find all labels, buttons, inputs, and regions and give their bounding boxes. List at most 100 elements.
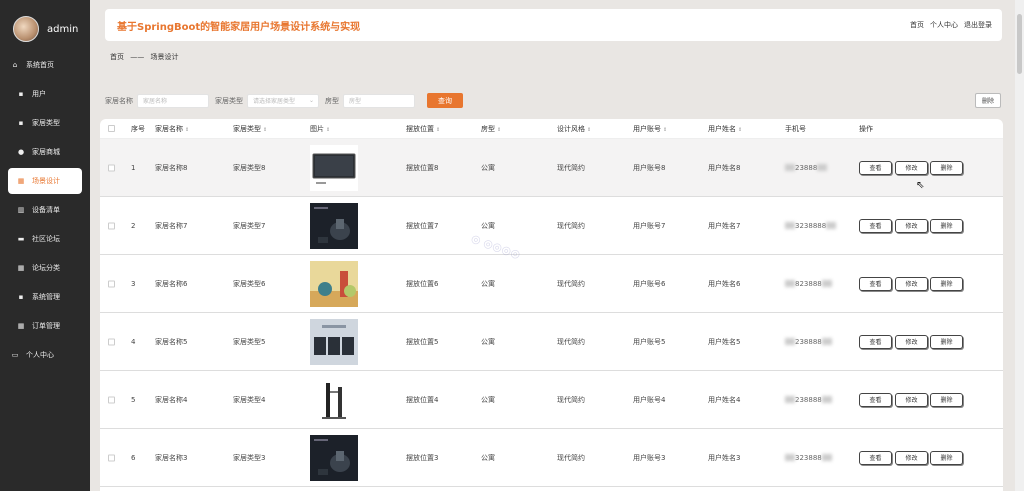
cell-room: 公寓 <box>481 395 495 404</box>
delete-button[interactable]: 删除 <box>930 276 963 291</box>
sort-icon[interactable]: ⇕ <box>497 127 501 133</box>
avatar[interactable] <box>13 16 39 42</box>
edit-button[interactable]: 修改 <box>895 392 928 407</box>
sidebar-item-0[interactable]: ⌂ 系统首页 <box>8 52 82 78</box>
sidebar-item-label: 社区论坛 <box>32 235 60 243</box>
sidebar-item-9[interactable]: ▦ 订单管理 <box>8 313 82 339</box>
cell-uname: 用户姓名6 <box>708 279 741 288</box>
view-button[interactable]: 查看 <box>859 276 892 291</box>
cell-name: 家居名称6 <box>155 279 188 288</box>
row-checkbox[interactable] <box>108 338 115 345</box>
grid-icon: ▦ <box>17 264 25 272</box>
cell-image[interactable] <box>310 202 358 249</box>
edit-button[interactable]: 修改 <box>895 276 928 291</box>
sidebar-item-8[interactable]: ▪ 系统管理 <box>8 284 82 310</box>
column-header[interactable]: 设计风格 ⇕ <box>557 124 591 134</box>
room-input[interactable]: 房型 <box>343 93 415 108</box>
column-header: 序号 <box>131 124 145 133</box>
sort-icon[interactable]: ⇕ <box>263 127 267 133</box>
sidebar-item-label: 系统首页 <box>26 61 54 69</box>
cell-image[interactable] <box>310 318 358 365</box>
sidebar-item-5[interactable]: ▥ 设备清单 <box>8 197 82 223</box>
cell-image[interactable] <box>310 376 358 423</box>
table-row[interactable]: 4 家居名称5 家居类型5 摆放位置5 公寓 现代简约 用户账号5 用户姓名5 238888 查看… <box>100 313 1003 371</box>
table-row[interactable]: 1 家居名称8 家居类型8 摆放位置8 公寓 现代简约 用户账号8 用户姓名8 23888 查看修… <box>100 139 1003 197</box>
header-links: 首页 个人中心 退出登录 <box>910 20 992 30</box>
header-link-logout[interactable]: 退出登录 <box>964 20 992 30</box>
table-row[interactable]: 2 家居名称7 家居类型7 摆放位置7 公寓 现代简约 用户账号7 用户姓名7 3238888 查… <box>100 197 1003 255</box>
row-checkbox[interactable] <box>108 222 115 229</box>
header-link-profile[interactable]: 个人中心 <box>930 20 958 30</box>
sidebar-item-4[interactable]: ▦ 场景设计 <box>8 168 82 194</box>
select-all-checkbox[interactable] <box>108 125 115 132</box>
column-header[interactable]: 图片 ⇕ <box>310 124 330 134</box>
view-button[interactable]: 查看 <box>859 450 892 465</box>
delete-button[interactable]: 删除 <box>930 392 963 407</box>
scrollbar-thumb[interactable] <box>1017 14 1022 74</box>
sort-icon[interactable]: ⇕ <box>663 127 667 133</box>
sidebar-item-label: 系统管理 <box>32 293 60 301</box>
scrollbar[interactable] <box>1015 0 1024 491</box>
view-button[interactable]: 查看 <box>859 334 892 349</box>
view-button[interactable]: 查看 <box>859 392 892 407</box>
column-header[interactable]: 家居名称 ⇕ <box>155 124 189 134</box>
breadcrumb-home[interactable]: 首页 <box>110 53 124 61</box>
view-button[interactable]: 查看 <box>859 218 892 233</box>
delete-button[interactable]: 删除 <box>930 334 963 349</box>
sort-icon[interactable]: ⇕ <box>326 127 330 133</box>
blur-mask <box>785 338 795 345</box>
row-checkbox[interactable] <box>108 164 115 171</box>
cell-style: 现代简约 <box>557 163 585 172</box>
sidebar-item-6[interactable]: ▬ 社区论坛 <box>8 226 82 252</box>
breadcrumb: 首页 —— 场景设计 <box>110 52 178 62</box>
sidebar-item-1[interactable]: ▪ 用户 <box>8 81 82 107</box>
edit-button[interactable]: 修改 <box>895 450 928 465</box>
cell-uname: 用户姓名4 <box>708 395 741 404</box>
blur-mask <box>785 222 795 229</box>
edit-button[interactable]: 修改 <box>895 160 928 175</box>
sort-icon[interactable]: ⇕ <box>738 127 742 133</box>
table-row[interactable]: 3 家居名称6 家居类型6 摆放位置6 公寓 现代简约 用户账号6 用户姓名6 823888 查看… <box>100 255 1003 313</box>
cell-pos: 摆放位置3 <box>406 453 439 462</box>
delete-button[interactable]: 删除 <box>930 450 963 465</box>
cell-phone: 823888 <box>785 280 832 288</box>
column-header[interactable]: 用户账号 ⇕ <box>633 124 667 134</box>
delete-button[interactable]: 删除 <box>930 160 963 175</box>
query-button[interactable]: 查询 <box>427 93 463 108</box>
cell-phone: 238888 <box>785 338 832 346</box>
cell-uname: 用户姓名7 <box>708 221 741 230</box>
name-input[interactable]: 家居名称 <box>137 93 209 108</box>
cell-account: 用户账号3 <box>633 453 666 462</box>
sort-icon[interactable]: ⇕ <box>587 127 591 133</box>
column-header[interactable]: 房型 ⇕ <box>481 124 501 134</box>
sort-icon[interactable]: ⇕ <box>436 127 440 133</box>
blur-mask <box>821 454 832 461</box>
sidebar-item-7[interactable]: ▦ 论坛分类 <box>8 255 82 281</box>
column-header[interactable]: 家居类型 ⇕ <box>233 124 267 134</box>
column-header: 手机号 <box>785 124 806 133</box>
delete-button[interactable]: 删除 <box>930 218 963 233</box>
cell-image[interactable] <box>310 144 358 191</box>
blur-mask <box>826 222 837 229</box>
cell-image[interactable] <box>310 260 358 307</box>
table-row[interactable]: 5 家居名称4 家居类型4 摆放位置4 公寓 现代简约 用户账号4 用户姓名4 238888 查看… <box>100 371 1003 429</box>
cell-no: 6 <box>131 453 136 462</box>
sidebar-item-10[interactable]: ▭ 个人中心 <box>8 342 82 368</box>
row-checkbox[interactable] <box>108 454 115 461</box>
header-link-home[interactable]: 首页 <box>910 20 924 30</box>
column-header[interactable]: 摆放位置 ⇕ <box>406 124 440 134</box>
sidebar-item-3[interactable]: ● 家居商城 <box>8 139 82 165</box>
table-row[interactable]: 6 家居名称3 家居类型3 摆放位置3 公寓 现代简约 用户账号3 用户姓名3 323888 查看… <box>100 429 1003 487</box>
type-select[interactable]: 请选择家居类型 ⌄ <box>247 93 319 108</box>
sidebar-item-2[interactable]: ▪ 家居类型 <box>8 110 82 136</box>
row-checkbox[interactable] <box>108 280 115 287</box>
row-checkbox[interactable] <box>108 396 115 403</box>
view-button[interactable]: 查看 <box>859 160 892 175</box>
sort-icon[interactable]: ⇕ <box>185 127 189 133</box>
edit-button[interactable]: 修改 <box>895 334 928 349</box>
batch-delete-button[interactable]: 删除 <box>975 93 1001 108</box>
cell-type: 家居类型3 <box>233 453 266 462</box>
cell-image[interactable] <box>310 434 358 481</box>
edit-button[interactable]: 修改 <box>895 218 928 233</box>
column-header[interactable]: 用户姓名 ⇕ <box>708 124 742 134</box>
